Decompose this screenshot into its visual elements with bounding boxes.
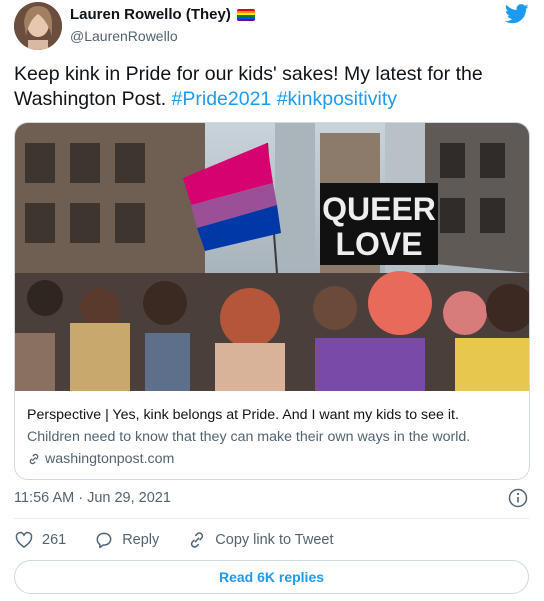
copy-link-button[interactable]: Copy link to Tweet [187, 530, 334, 550]
sign-line-2: LOVE [335, 226, 422, 262]
sign-line-1: QUEER [322, 191, 436, 227]
action-bar: 261 Reply Copy link to Tweet [14, 530, 362, 550]
like-count: 261 [42, 532, 67, 548]
tweet-timestamp[interactable]: 11:56 AM · Jun 29, 2021 [14, 490, 171, 506]
hashtag-kinkpositivity[interactable]: #kinkpositivity [277, 88, 397, 110]
like-button[interactable]: 261 [14, 530, 66, 550]
link-icon [29, 453, 39, 465]
card-body: Perspective | Yes, kink belongs at Pride… [27, 405, 522, 469]
card-domain-row: washingtonpost.com [27, 449, 522, 469]
info-icon[interactable] [508, 488, 528, 508]
read-replies-button[interactable]: Read 6K replies [14, 560, 529, 594]
tweet: Lauren Rowello (They) @LaurenRowello Kee… [0, 0, 544, 601]
tweet-text: Keep kink in Pride for our kids' sakes! … [14, 62, 529, 112]
rainbow-flag-icon [236, 8, 255, 21]
card-description: Children need to know that they can make… [27, 429, 471, 445]
reply-button[interactable]: Reply [94, 530, 159, 550]
link-icon [191, 532, 204, 548]
card-title[interactable]: Perspective | Yes, kink belongs at Pride… [27, 405, 522, 425]
reply-label: Reply [122, 532, 160, 548]
card-image: QUEER LOVE [15, 123, 529, 391]
card-domain: washingtonpost.com [45, 451, 175, 467]
copy-link-label: Copy link to Tweet [215, 532, 334, 548]
link-card[interactable]: QUEER LOVE Perspective | Yes, kink belon… [14, 122, 530, 480]
avatar-photo [14, 2, 62, 50]
heart-icon [15, 531, 33, 548]
reply-icon [96, 532, 112, 549]
avatar[interactable] [14, 2, 62, 50]
hashtag-pride2021[interactable]: #Pride2021 [172, 88, 272, 110]
author-handle[interactable]: @LaurenRowello [70, 28, 178, 44]
author-display-name[interactable]: Lauren Rowello (They) [70, 6, 231, 23]
twitter-bird-icon[interactable] [505, 4, 529, 24]
author-name-row: Lauren Rowello (They) [70, 6, 255, 23]
divider [14, 518, 529, 519]
